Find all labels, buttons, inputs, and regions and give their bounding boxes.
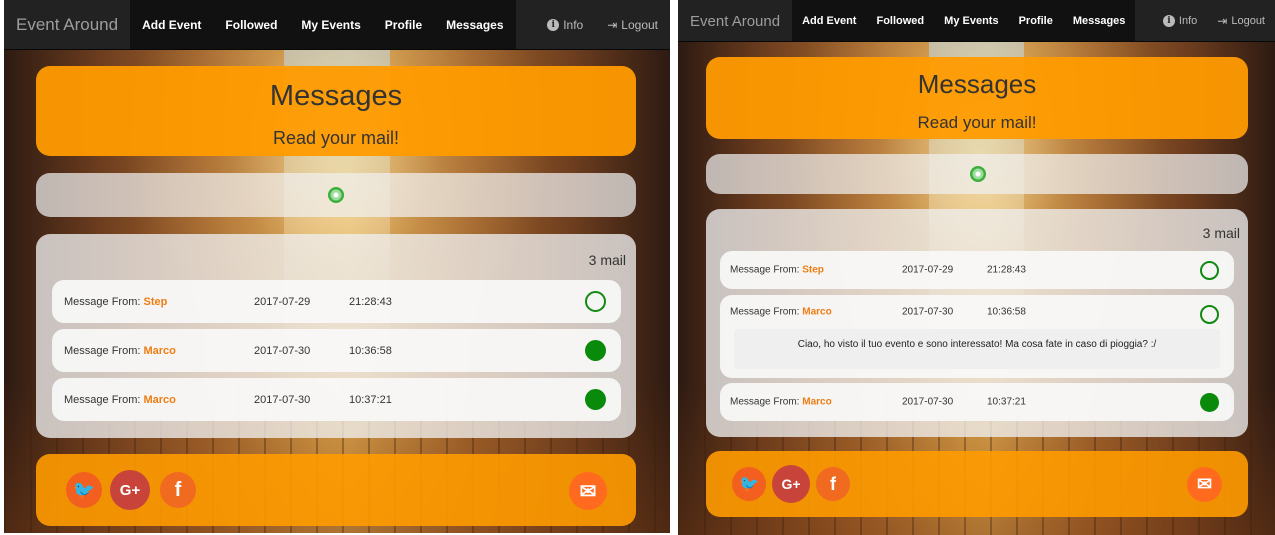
message-sender: Step [802,264,824,276]
message-time: 10:37:21 [349,393,392,406]
nav-info-label: Info [563,18,584,32]
nav-my-events[interactable]: My Events [289,0,372,50]
message-row[interactable]: Message From: Marco 2017-07-30 10:37:21 [52,378,621,421]
logout-icon: ⇥ [1217,14,1228,28]
page-title: Messages [269,80,403,112]
nav-followed[interactable]: Followed [213,0,289,50]
read-status-icon [585,340,606,361]
nav-messages[interactable]: Messages [1063,0,1136,42]
facebook-icon[interactable]: f [160,472,196,508]
message-date: 2017-07-30 [254,393,311,406]
message-date: 2017-07-30 [902,396,954,408]
info-icon: i [1162,15,1175,27]
message-row[interactable]: Message From: Marco 2017-07-30 10:37:21 [720,383,1234,421]
message-time: 10:37:21 [987,396,1026,408]
message-body: Ciao, ho visto il tuo evento e sono inte… [734,329,1220,369]
header-card: Messages Read your mail! [706,57,1248,139]
mail-icon[interactable]: ✉ [569,472,607,510]
nav-logout[interactable]: ⇥ Logout [1207,0,1275,42]
facebook-icon[interactable]: f [816,467,850,501]
nav-logout-label: Logout [1231,15,1265,27]
twitter-icon[interactable]: 🐦 [732,467,766,501]
mail-count: 3 mail [588,252,626,268]
message-date: 2017-07-30 [254,344,311,357]
page-title: Messages [917,69,1037,99]
message-sender: Marco [802,396,832,408]
twitter-icon[interactable]: 🐦 [66,472,102,508]
message-time: 10:36:58 [987,306,1026,318]
unread-status-icon [1200,305,1219,324]
read-status-icon [1200,393,1219,412]
nav-my-events[interactable]: My Events [934,0,1008,42]
header-card: Messages Read your mail! [36,66,636,156]
nav-messages[interactable]: Messages [434,0,515,50]
message-sender: Step [143,295,168,308]
message-row[interactable]: Message From: Step 2017-07-29 21:28:43 [52,280,621,323]
read-status-icon [585,389,606,410]
loader-card [706,154,1248,194]
nav-links: Add Event Followed My Events Profile Mes… [792,0,1136,42]
message-sender: Marco [143,393,176,406]
loading-icon [328,187,344,203]
brand-link[interactable]: Event Around [678,0,792,42]
logout-icon: ⇥ [607,18,618,32]
mail-count: 3 mail [1202,225,1240,241]
mail-icon[interactable]: ✉ [1187,467,1222,502]
message-from: Message From: Marco [64,393,176,406]
message-date: 2017-07-29 [902,264,954,276]
nav-add-event[interactable]: Add Event [130,0,213,50]
nav-info[interactable]: i Info [1153,0,1207,42]
unread-status-icon [1200,261,1219,280]
message-date: 2017-07-30 [902,306,954,318]
nav-profile[interactable]: Profile [1009,0,1063,42]
message-from: Message From: Marco [64,344,176,357]
page-subtitle: Read your mail! [917,113,1037,132]
brand-link[interactable]: Event Around [4,0,130,50]
navbar: Event Around Add Event Followed My Event… [678,0,1275,42]
nav-logout[interactable]: ⇥ Logout [595,0,670,50]
inbox-card: 3 mail Message From: Step 2017-07-29 21:… [36,234,636,438]
message-from: Message From: Step [64,295,168,308]
message-time: 10:36:58 [349,344,392,357]
nav-info-label: Info [1178,15,1198,27]
screenshot-expanded: Event Around Add Event Followed My Event… [678,0,1275,535]
message-sender: Marco [802,306,832,318]
nav-add-event[interactable]: Add Event [792,0,866,42]
message-time: 21:28:43 [987,264,1026,276]
page-subtitle: Read your mail! [272,128,400,148]
screenshot-collapsed: Event Around Add Event Followed My Event… [4,0,670,533]
nav-profile[interactable]: Profile [373,0,434,50]
message-row-expanded[interactable]: Message From: Marco 2017-07-30 10:36:58 … [720,295,1234,378]
googleplus-icon[interactable]: G+ [772,465,810,503]
nav-logout-label: Logout [621,18,658,32]
nav-info[interactable]: i Info [535,0,595,50]
message-row[interactable]: Message From: Step 2017-07-29 21:28:43 [720,251,1234,289]
message-time: 21:28:43 [349,295,392,308]
message-sender: Marco [143,344,176,357]
loader-card [36,173,636,217]
unread-status-icon [585,291,606,312]
message-from: Message From: Step [730,264,824,276]
info-icon: i [547,19,560,31]
message-from: Message From: Marco [730,306,832,318]
message-row[interactable]: Message From: Marco 2017-07-30 10:36:58 [52,329,621,372]
footer-card: 🐦 G+ f ✉ [36,454,636,526]
googleplus-icon[interactable]: G+ [110,470,150,510]
nav-right: i Info ⇥ Logout [535,0,670,50]
nav-right: i Info ⇥ Logout [1153,0,1275,42]
navbar: Event Around Add Event Followed My Event… [4,0,670,50]
footer-card: 🐦 G+ f ✉ [706,451,1248,517]
loading-icon [970,166,986,182]
nav-followed[interactable]: Followed [866,0,934,42]
message-from: Message From: Marco [730,396,832,408]
nav-links: Add Event Followed My Events Profile Mes… [130,0,516,50]
inbox-card: 3 mail Message From: Step 2017-07-29 21:… [706,209,1248,437]
message-date: 2017-07-29 [254,295,311,308]
